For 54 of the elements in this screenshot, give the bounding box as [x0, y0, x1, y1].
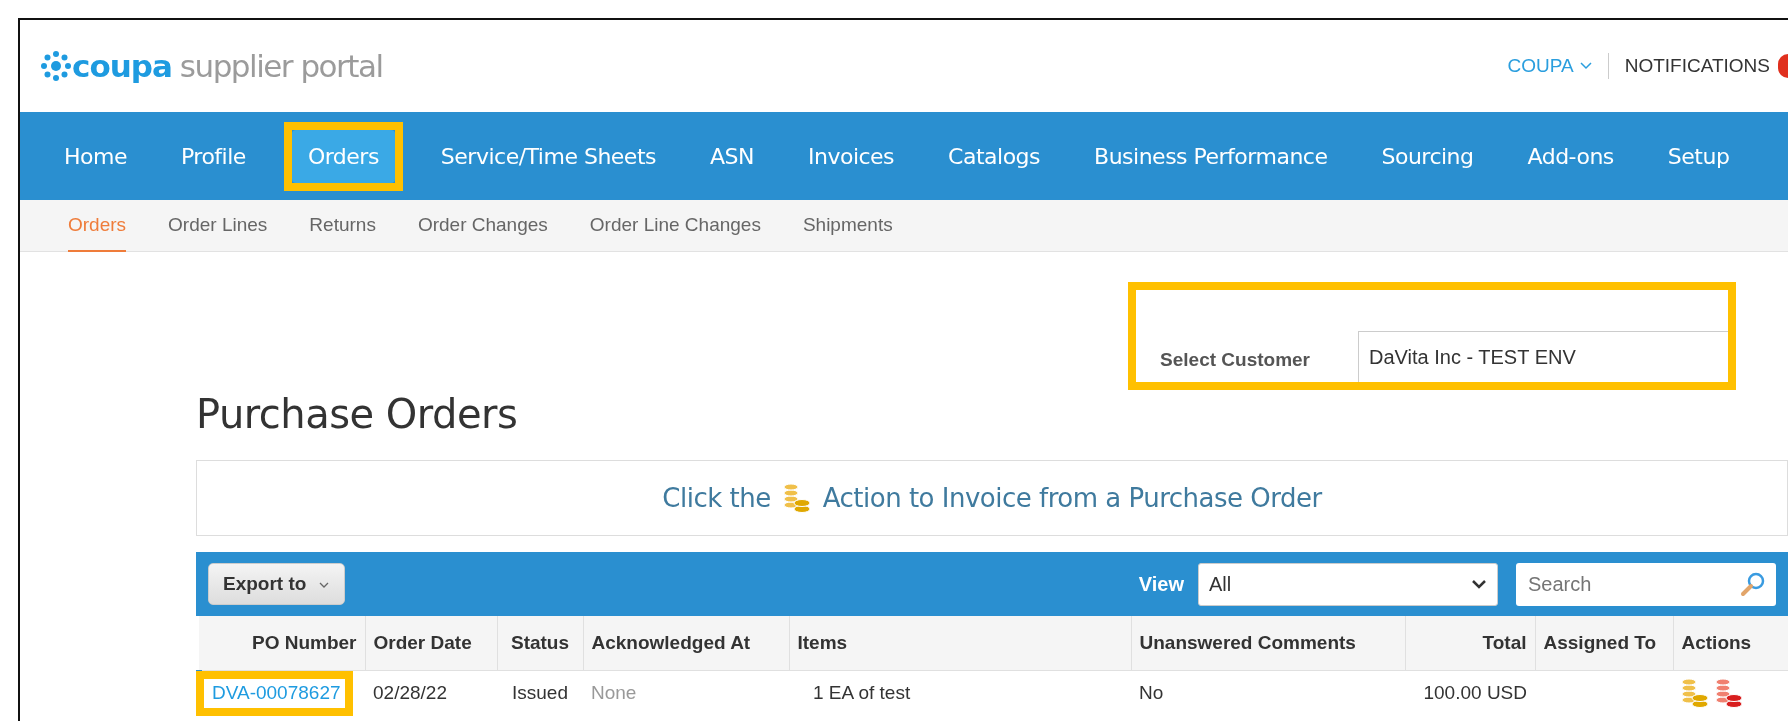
column-header: Unanswered Comments	[1131, 616, 1405, 670]
po-number-link[interactable]: DVA-00078627	[212, 679, 341, 708]
subnav-tab[interactable]: Order Line Changes	[589, 199, 761, 252]
column-header: Order Date	[365, 616, 497, 670]
column-header: Assigned To	[1535, 616, 1673, 670]
caret-icon	[1579, 62, 1592, 70]
nav-tab[interactable]: Service/Time Sheets	[424, 129, 672, 183]
column-header: Actions	[1673, 616, 1788, 670]
logo-icon	[40, 50, 72, 82]
nav-tab[interactable]: Add-ons	[1511, 129, 1630, 183]
logo-tagline: supplier portal	[179, 46, 383, 86]
subnav-tab[interactable]: Orders	[68, 199, 127, 252]
table-cell: 1 EA of test	[813, 682, 911, 703]
customer-select[interactable]: DaVita Inc - TEST ENV	[1358, 331, 1728, 382]
nav-tab[interactable]: Invoices	[791, 129, 911, 183]
chevron-icon	[1471, 579, 1487, 589]
customer-label: Select Customer	[1159, 347, 1311, 372]
view-label: View	[1138, 572, 1184, 597]
nav-tab[interactable]: Setup	[1651, 129, 1746, 183]
table-cell: Issued	[512, 682, 568, 703]
table-cell: 100.00 USD	[1423, 682, 1527, 703]
export-button[interactable]: Export to	[208, 562, 345, 606]
table-cell: None	[591, 682, 637, 703]
search-field[interactable]: Search	[1516, 562, 1776, 606]
notification-badge	[1778, 54, 1788, 78]
subnav-tab[interactable]: Order Changes	[417, 199, 548, 252]
nav-tab[interactable]: Sourcing	[1365, 129, 1490, 183]
column-header: Total	[1405, 616, 1535, 670]
subnav-tab[interactable]: Returns	[309, 199, 376, 252]
nav-tab[interactable]: Home	[48, 129, 143, 183]
view-select[interactable]: All	[1198, 562, 1498, 606]
logo-text: coupa	[72, 46, 172, 86]
table-cell: No	[1139, 682, 1164, 703]
nav-tab[interactable]: Profile	[164, 129, 262, 183]
search-icon	[1740, 570, 1766, 597]
subnav-tab[interactable]: Order Lines	[168, 199, 268, 252]
page-title: Purchase Orders	[196, 390, 519, 438]
banner-text: Click the	[662, 481, 771, 515]
coins-icon[interactable]	[1715, 678, 1743, 709]
caret-icon	[317, 580, 330, 589]
column-header: PO Number	[199, 616, 365, 670]
column-header: Acknowledged At	[583, 616, 789, 670]
notifications-link[interactable]: NOTIFICATIONS	[1624, 51, 1770, 81]
table-cell: 02/28/22	[373, 682, 447, 703]
coins-icon	[782, 483, 811, 513]
nav-tab[interactable]: Catalogs	[932, 129, 1057, 183]
subnav-tab[interactable]: Shipments	[802, 199, 893, 252]
nav-tab[interactable]: Business Performance	[1078, 129, 1344, 183]
nav-tab[interactable]: Orders	[291, 129, 395, 183]
nav-tab[interactable]: ASN	[694, 129, 770, 183]
column-header: Items	[789, 616, 1131, 670]
column-header: Status	[497, 616, 583, 670]
banner-text: Action to Invoice from a Purchase Order	[822, 481, 1322, 515]
account-menu[interactable]: COUPA	[1507, 51, 1574, 81]
